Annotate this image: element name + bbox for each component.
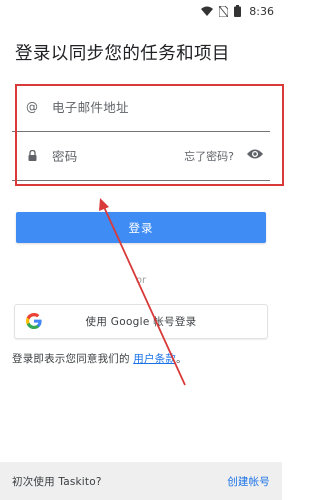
email-placeholder: 电子邮件地址 [52, 100, 129, 115]
terms-text: 登录即表示您同意我们的 用户条款。 [12, 351, 187, 366]
page-title: 登录以同步您的任务和项目 [15, 44, 230, 64]
status-time: 8:36 [249, 4, 274, 18]
password-placeholder: 密码 [52, 149, 78, 164]
at-sign-icon: @ [26, 99, 38, 114]
eye-icon[interactable] [246, 148, 264, 160]
lock-icon [12, 150, 52, 161]
terms-link[interactable]: 用户条款 [133, 353, 176, 365]
google-signin-label: 使用 Google 帐号登录 [85, 316, 197, 328]
terms-suffix: 。 [176, 353, 187, 365]
google-signin-button[interactable]: 使用 Google 帐号登录 [15, 305, 267, 338]
wifi-icon [201, 6, 214, 16]
google-logo-icon [26, 313, 42, 329]
or-divider: or [135, 275, 147, 286]
terms-prefix: 登录即表示您同意我们的 [12, 353, 134, 365]
annotation-arrow [99, 198, 186, 386]
forgot-password-link[interactable]: 忘了密码? [184, 148, 234, 164]
footer-bar: 初次使用 Taskito? 创建帐号 [0, 462, 282, 500]
battery-icon [234, 5, 242, 17]
email-field[interactable]: @ 电子邮件地址 [12, 82, 270, 132]
login-button[interactable]: 登录 [16, 212, 266, 243]
create-account-link[interactable]: 创建帐号 [227, 474, 270, 489]
first-time-prompt: 初次使用 Taskito? [12, 475, 102, 488]
status-bar: 8:36 [0, 0, 282, 22]
no-sim-icon [219, 5, 229, 17]
password-field[interactable]: 密码 忘了密码? [12, 131, 270, 181]
